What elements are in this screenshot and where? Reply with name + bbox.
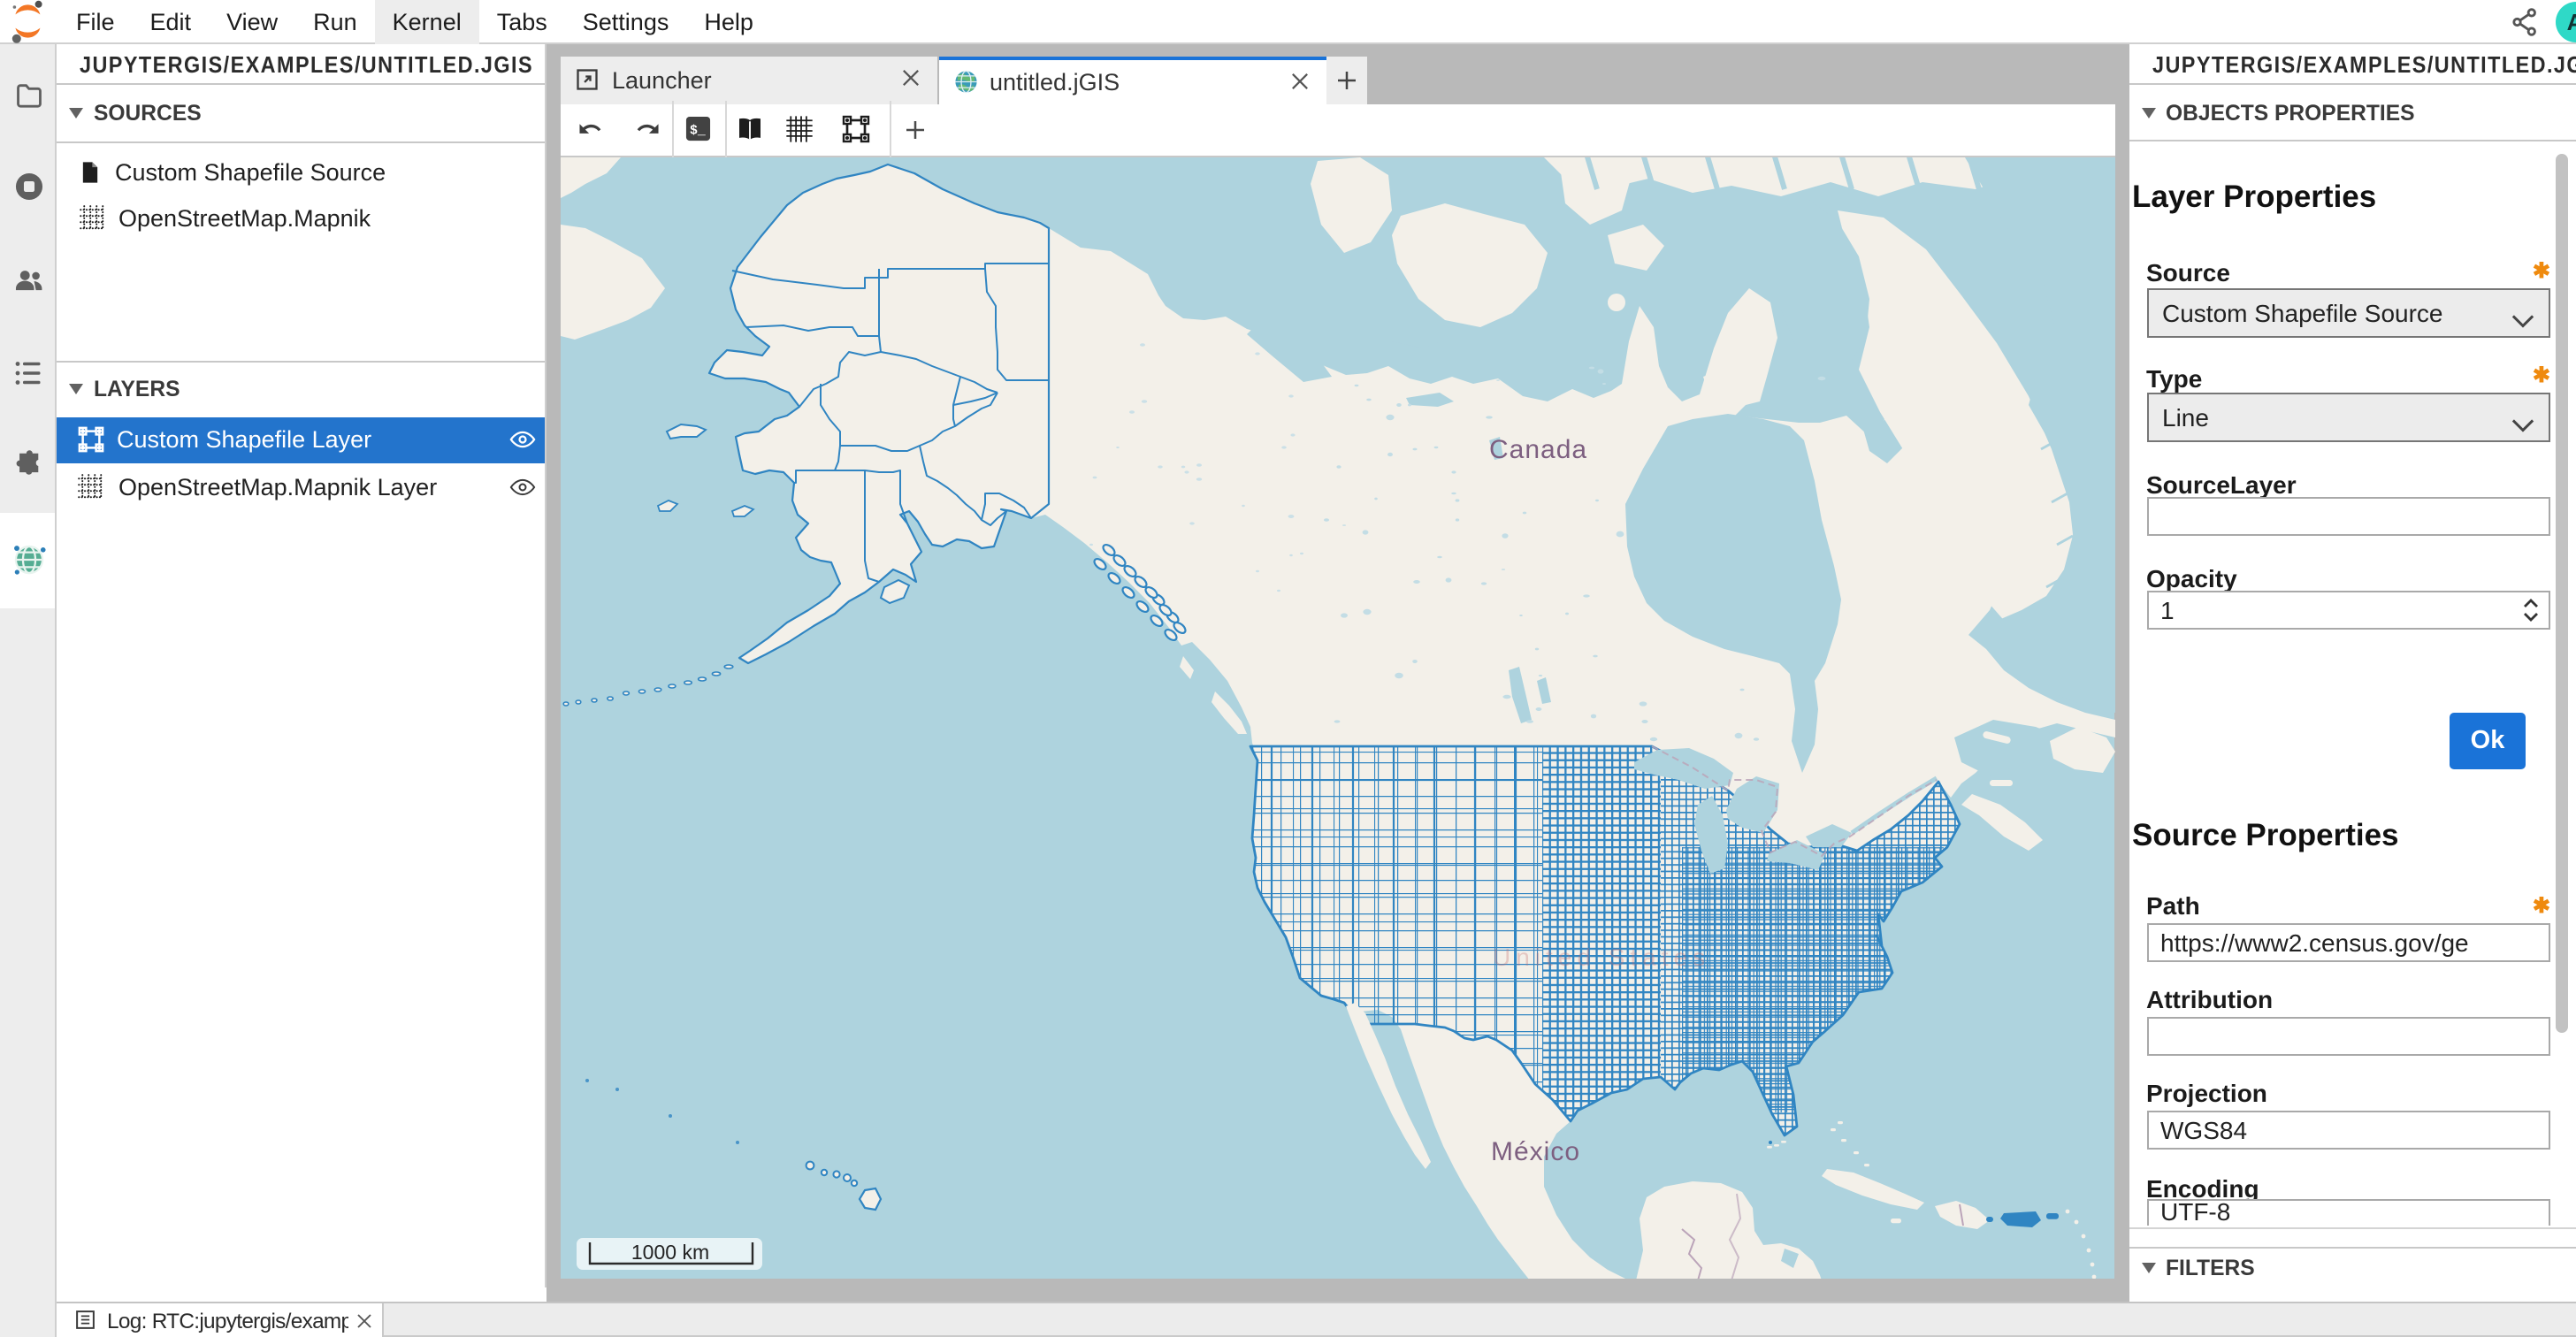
svg-text:$_: $_ [690,125,706,139]
svg-text:United States: United States [1493,943,1710,970]
svg-text:1000 km: 1000 km [631,1240,709,1263]
svg-text:México: México [1491,1136,1580,1165]
svg-text:Canada: Canada [1489,434,1587,463]
